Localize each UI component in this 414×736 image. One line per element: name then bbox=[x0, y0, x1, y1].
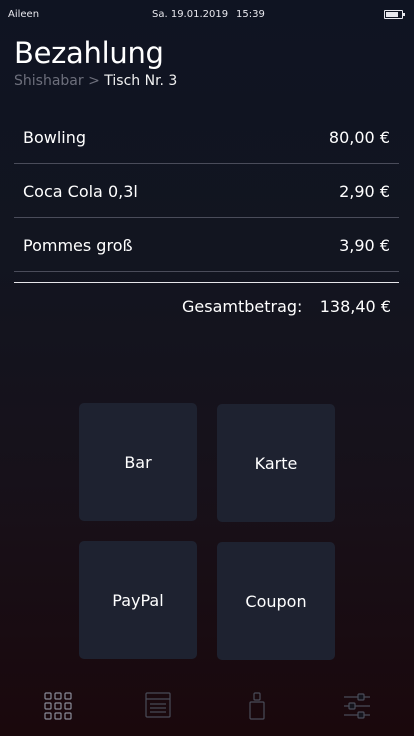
list-item[interactable]: Pommes groß 3,90 € bbox=[14, 218, 399, 272]
item-price: 80,00 € bbox=[328, 128, 390, 147]
item-price: 3,90 € bbox=[339, 236, 390, 255]
breadcrumb-current: Tisch Nr. 3 bbox=[104, 73, 178, 89]
battery-icon bbox=[384, 10, 405, 19]
battery-fill bbox=[386, 12, 398, 17]
device-icon bbox=[237, 692, 277, 720]
pay-bar-button[interactable]: Bar bbox=[79, 403, 197, 521]
pay-paypal-button[interactable]: PayPal bbox=[79, 541, 197, 659]
status-date: Sa. 19.01.2019 bbox=[152, 9, 229, 20]
tab-device[interactable] bbox=[237, 692, 277, 732]
sliders-icon bbox=[337, 692, 377, 720]
tab-settings[interactable] bbox=[337, 692, 377, 732]
breadcrumb: Shishabar > Tisch Nr. 3 bbox=[14, 73, 177, 89]
item-name: Coca Cola 0,3l bbox=[23, 182, 138, 201]
grid-icon bbox=[38, 692, 78, 720]
item-name: Pommes groß bbox=[23, 236, 133, 255]
breadcrumb-parent[interactable]: Shishabar bbox=[14, 73, 84, 89]
total-label: Gesamtbetrag: bbox=[182, 297, 303, 316]
list-icon bbox=[138, 692, 178, 718]
status-carrier: Aileen bbox=[8, 9, 40, 20]
total-divider bbox=[14, 282, 399, 283]
tab-list[interactable] bbox=[138, 692, 178, 732]
item-name: Bowling bbox=[23, 128, 87, 147]
status-time: 15:39 bbox=[236, 9, 265, 20]
page-title: Bezahlung bbox=[14, 36, 164, 70]
list-item[interactable]: Coca Cola 0,3l 2,90 € bbox=[14, 164, 399, 218]
total-value: 138,40 € bbox=[319, 297, 391, 316]
item-price: 2,90 € bbox=[339, 182, 390, 201]
tab-grid[interactable] bbox=[38, 692, 78, 732]
status-bar: Aileen Sa. 19.01.2019 15:39 bbox=[0, 0, 414, 30]
order-items-list: Bowling 80,00 € Coca Cola 0,3l 2,90 € Po… bbox=[14, 110, 399, 272]
breadcrumb-separator: > bbox=[88, 73, 100, 89]
pay-coupon-button[interactable]: Coupon bbox=[217, 542, 335, 660]
list-item[interactable]: Bowling 80,00 € bbox=[14, 110, 399, 164]
pay-card-button[interactable]: Karte bbox=[217, 404, 335, 522]
battery-tip bbox=[403, 13, 405, 16]
tab-bar bbox=[0, 684, 414, 736]
